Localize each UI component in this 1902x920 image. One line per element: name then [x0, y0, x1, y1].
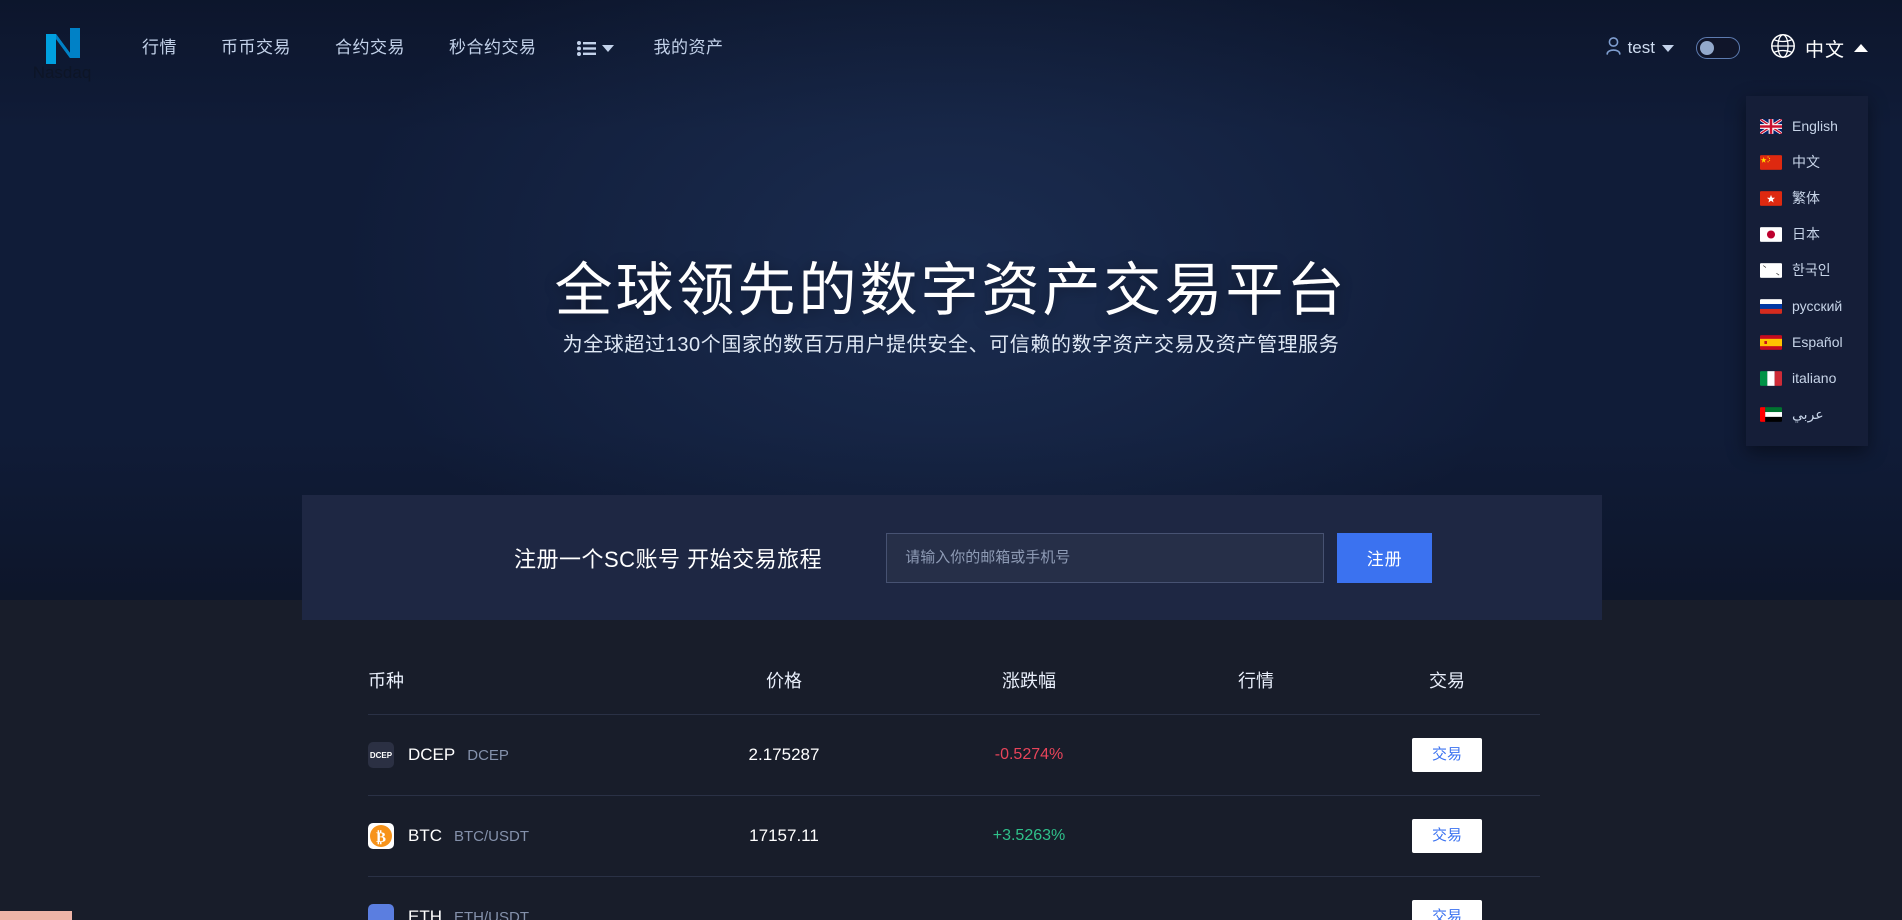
- language-option-russian[interactable]: русский: [1746, 288, 1868, 324]
- language-dropdown: English 中文 繁体 日本 한국인 русский Español ita…: [1746, 96, 1868, 446]
- coin-cell: ETH ETH/USDT: [368, 904, 668, 920]
- table-row[interactable]: ₿ BTC BTC/USDT 17157.11 +3.5263% 交易: [368, 796, 1540, 877]
- language-option-italian[interactable]: italiano: [1746, 360, 1868, 396]
- trade-cell: 交易: [1354, 900, 1540, 920]
- flag-ae-icon: [1760, 406, 1782, 422]
- table-row[interactable]: DCEP DCEP DCEP 2.175287 -0.5274% 交易: [368, 715, 1540, 796]
- language-option-label: 中文: [1792, 154, 1820, 170]
- language-switcher[interactable]: 中文: [1770, 33, 1868, 64]
- site-header: Nasdaq 行情 币币交易 合约交易 秒合约交易 我的资产 test 中文 E…: [0, 0, 1902, 446]
- nav-item-futures-trading[interactable]: 合约交易: [313, 0, 427, 96]
- svg-text:Nasdaq: Nasdaq: [33, 63, 92, 82]
- trade-button[interactable]: 交易: [1412, 900, 1482, 920]
- coin-cell: DCEP DCEP DCEP: [368, 742, 668, 768]
- flag-cn-icon: [1760, 154, 1782, 170]
- flag-ru-icon: [1760, 298, 1782, 314]
- column-header-change: 涨跌幅: [1002, 670, 1056, 691]
- nav-item-my-assets[interactable]: 我的资产: [632, 0, 746, 96]
- list-menu-icon: [576, 40, 596, 56]
- signup-register-button[interactable]: 注册: [1337, 532, 1433, 583]
- coin-symbol: DCEP: [408, 745, 456, 764]
- trade-cell: 交易: [1354, 819, 1540, 853]
- change-cell: +3.5263%: [992, 827, 1066, 844]
- theme-toggle[interactable]: [1695, 37, 1740, 59]
- price-cell: 17157.11: [749, 826, 819, 845]
- language-option-traditional-chinese[interactable]: 繁体: [1746, 180, 1868, 216]
- main-nav: 行情 币币交易 合约交易 秒合约交易 我的资产: [120, 0, 746, 96]
- chevron-down-icon: [601, 44, 614, 52]
- coin-symbol: BTC: [408, 826, 442, 845]
- language-option-label: 日本: [1792, 226, 1820, 242]
- hero-title: 全球领先的数字资产交易平台: [554, 258, 1348, 323]
- nav-item-spot-trading[interactable]: 币币交易: [199, 0, 313, 96]
- language-current-label: 中文: [1804, 39, 1845, 61]
- globe-icon: [1770, 33, 1796, 64]
- language-option-label: 한국인: [1792, 262, 1831, 278]
- table-row[interactable]: ETH ETH/USDT 交易: [368, 877, 1540, 920]
- language-option-label: русский: [1792, 298, 1843, 314]
- nasdaq-logo[interactable]: Nasdaq: [26, 20, 98, 82]
- svg-text:₿: ₿: [376, 830, 386, 846]
- column-header-coin: 币种: [368, 670, 404, 691]
- language-option-korean[interactable]: 한국인: [1746, 252, 1868, 288]
- signup-headline: 注册一个SC账号 开始交易旅程: [514, 546, 823, 572]
- language-option-label: English: [1792, 118, 1838, 134]
- flag-es-icon: [1760, 334, 1782, 350]
- coin-symbol: ETH: [408, 907, 442, 920]
- user-name-label: test: [1627, 38, 1655, 57]
- flag-uk-icon: [1760, 118, 1782, 134]
- language-option-english[interactable]: English: [1746, 108, 1868, 144]
- language-option-chinese[interactable]: 中文: [1746, 144, 1868, 180]
- nav-item-second-contract-trading[interactable]: 秒合约交易: [427, 0, 559, 96]
- dcep-coin-icon: DCEP: [368, 742, 394, 768]
- language-option-japanese[interactable]: 日本: [1746, 216, 1868, 252]
- flag-jp-icon: [1760, 226, 1782, 242]
- language-option-arabic[interactable]: عربي: [1746, 396, 1868, 432]
- flag-hk-icon: [1760, 190, 1782, 206]
- toggle-knob: [1699, 40, 1714, 55]
- chevron-down-icon: [1661, 44, 1674, 52]
- hero-subtitle: 为全球超过130个国家的数百万用户提供安全、可信赖的数字资产交易及资产管理服务: [562, 334, 1340, 356]
- market-table: 币种 价格 涨跌幅 行情 交易 DCEP DCEP DCEP 2.175287 …: [368, 645, 1540, 920]
- ethereum-coin-icon: [368, 904, 394, 920]
- signup-panel: 注册一个SC账号 开始交易旅程 注册: [302, 495, 1602, 620]
- language-option-label: italiano: [1792, 370, 1837, 386]
- chevron-up-icon: [1854, 44, 1868, 52]
- coin-pair: ETH/USDT: [454, 908, 529, 920]
- user-menu[interactable]: test: [1600, 36, 1680, 60]
- nav-item-markets[interactable]: 行情: [120, 0, 199, 96]
- coin-pair: DCEP: [467, 746, 509, 764]
- language-option-label: Español: [1792, 334, 1843, 350]
- table-header-row: 币种 价格 涨跌幅 行情 交易: [368, 645, 1540, 715]
- coin-cell: ₿ BTC BTC/USDT: [368, 823, 668, 849]
- column-header-price: 价格: [766, 670, 802, 691]
- bitcoin-coin-icon: ₿: [368, 823, 394, 849]
- change-cell: -0.5274%: [994, 746, 1064, 763]
- nav-more-menu[interactable]: [559, 0, 632, 96]
- trade-button[interactable]: 交易: [1412, 738, 1482, 772]
- signup-email-or-phone-input[interactable]: [886, 532, 1325, 583]
- flag-it-icon: [1760, 370, 1782, 386]
- trade-cell: 交易: [1354, 738, 1540, 772]
- header-right-group: test 中文 English 中文 繁体 日本 한국인 русский Esp…: [1600, 0, 1868, 446]
- language-option-spanish[interactable]: Español: [1746, 324, 1868, 360]
- column-header-trade: 交易: [1429, 670, 1465, 691]
- coin-pair: BTC/USDT: [454, 827, 529, 845]
- flag-kr-icon: [1760, 262, 1782, 278]
- language-option-label: عربي: [1792, 405, 1824, 422]
- page-root: Nasdaq 行情 币币交易 合约交易 秒合约交易 我的资产 test 中文 E…: [0, 0, 1902, 920]
- trade-button[interactable]: 交易: [1412, 819, 1482, 853]
- language-option-label: 繁体: [1792, 190, 1820, 206]
- bottom-progress-bar: [0, 911, 72, 920]
- column-header-market: 行情: [1238, 670, 1274, 691]
- person-icon: [1605, 36, 1621, 60]
- price-cell: 2.175287: [748, 745, 820, 764]
